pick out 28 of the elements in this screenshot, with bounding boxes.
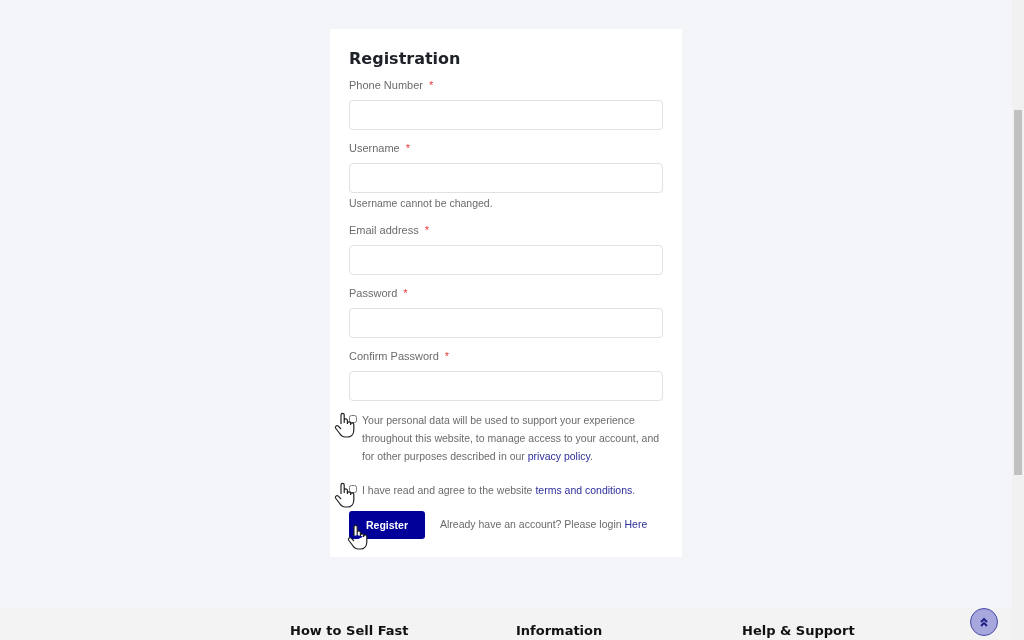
required-mark: * — [403, 287, 408, 299]
login-link[interactable]: Here — [624, 518, 648, 531]
field-label: Password — [349, 287, 398, 299]
input-field[interactable] — [349, 308, 663, 338]
login-text: Already have an account? Please login Here — [440, 517, 648, 533]
input-field[interactable] — [349, 245, 663, 275]
consent-text: I have read and agree to the website terms and conditions. — [362, 483, 636, 498]
consent-text: Your personal data will be used to support your experience throughout this website, to manage access to your account, and for other purposes described in our privacy policy. — [362, 413, 661, 464]
required-mark: * — [429, 79, 434, 91]
link[interactable]: privacy policy — [527, 450, 590, 462]
scrollbar[interactable] — [1012, 0, 1024, 640]
field-label: Phone Number — [349, 79, 423, 91]
footer-heading: Help & Support — [742, 624, 856, 640]
required-mark: * — [405, 142, 411, 154]
field-label: Email address — [349, 224, 419, 236]
help-text: Username cannot be changed. — [349, 196, 494, 210]
input-field[interactable] — [349, 163, 663, 193]
input-field[interactable] — [349, 371, 663, 401]
field-label: Username — [349, 142, 400, 154]
register-button[interactable]: Register — [349, 511, 425, 539]
footer-heading: Information — [516, 624, 604, 640]
input-field[interactable] — [349, 100, 663, 130]
required-mark: * — [424, 224, 429, 236]
footer-heading: How to Sell Fast — [290, 624, 410, 640]
required-mark: * — [444, 350, 450, 362]
form-title: Registration — [349, 49, 462, 69]
double-chevron-up-icon — [979, 617, 989, 627]
field-label: Confirm Password — [349, 350, 439, 362]
